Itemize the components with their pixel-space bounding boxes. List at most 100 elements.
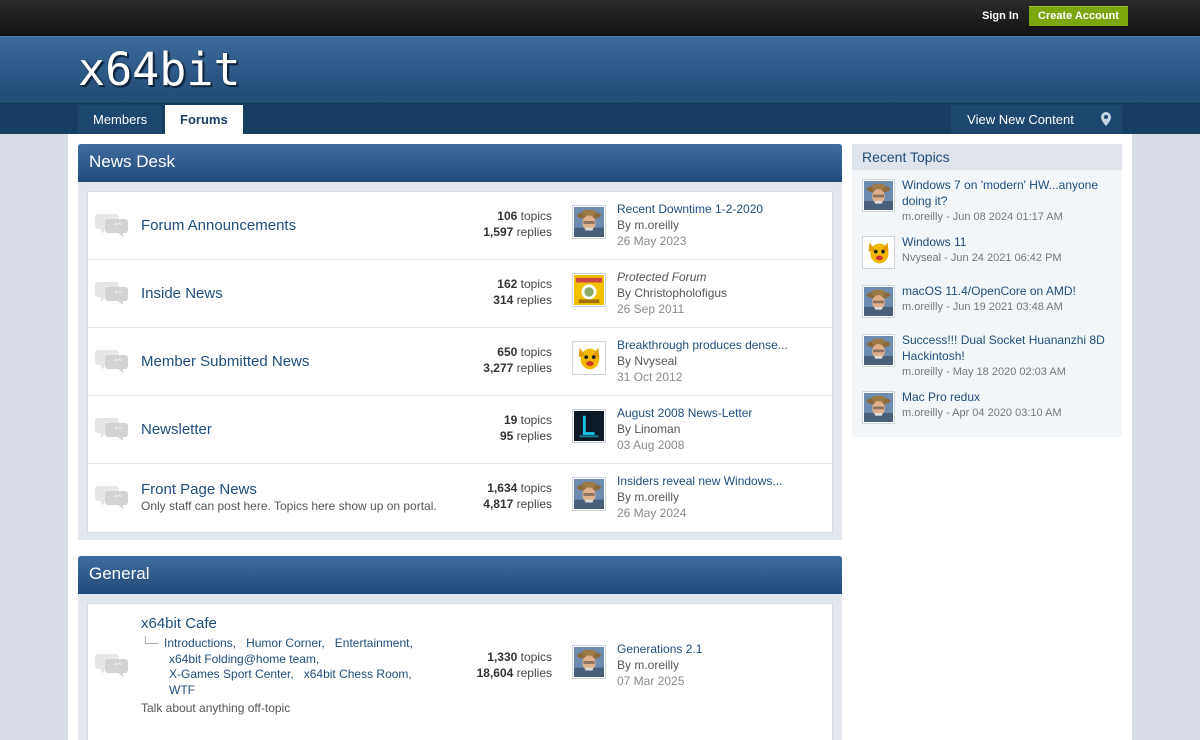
last-post-title[interactable]: Insiders reveal new Windows... bbox=[617, 473, 782, 489]
forum-row: x64bit Cafe └─ Introductions, Humor Corner… bbox=[88, 604, 832, 729]
tab-members[interactable]: Members bbox=[78, 105, 163, 135]
recent-topic-title[interactable]: Success!!! Dual Socket Huananzhi 8D Hack… bbox=[902, 332, 1117, 364]
forum-title[interactable]: Newsletter bbox=[141, 421, 212, 438]
create-account-button[interactable]: Create Account bbox=[1029, 6, 1128, 26]
forum-read-icon bbox=[95, 484, 129, 510]
last-post: Recent Downtime 1-2-2020 By m.oreilly 26… bbox=[617, 201, 763, 249]
view-new-content-button[interactable]: View New Content bbox=[951, 105, 1090, 135]
last-post-date: 26 Sep 2011 bbox=[617, 302, 685, 316]
topic-count: 1,634 bbox=[487, 481, 518, 495]
last-post-author[interactable]: By m.oreilly bbox=[617, 489, 782, 505]
subforum-link[interactable]: WTF bbox=[169, 683, 195, 697]
reply-count: 1,597 bbox=[483, 225, 514, 239]
forum-read-icon bbox=[95, 280, 129, 306]
last-post: Protected Forum By Christopholofigus 26 … bbox=[617, 269, 727, 317]
last-post-date: 07 Mar 2025 bbox=[617, 674, 685, 688]
topics-label: topics bbox=[520, 277, 552, 291]
last-post: Generations 2.1 By m.oreilly 07 Mar 2025 bbox=[617, 641, 702, 689]
last-post-title[interactable]: Recent Downtime 1-2-2020 bbox=[617, 201, 763, 217]
subforum-link[interactable]: Humor Corner, bbox=[246, 636, 325, 650]
recent-topic-meta: m.oreilly - May 18 2020 02:03 AM bbox=[902, 366, 1066, 378]
subforum-link[interactable]: x64bit Chess Room, bbox=[304, 667, 412, 681]
category-title[interactable]: General bbox=[78, 556, 842, 594]
forum-stats: 162 topics 314 replies bbox=[493, 276, 552, 308]
forum-row: Member Submitted News 650 topics 3,277 r… bbox=[88, 328, 832, 396]
last-post: August 2008 News-Letter By Linoman 03 Au… bbox=[617, 405, 752, 453]
forum-title[interactable]: Inside News bbox=[141, 285, 223, 302]
forum-description: Talk about anything off-topic bbox=[141, 701, 291, 715]
subforum-link[interactable]: Entertainment, bbox=[335, 636, 413, 650]
last-post-author[interactable]: By m.oreilly bbox=[617, 657, 702, 673]
tab-forums[interactable]: Forums bbox=[165, 105, 243, 135]
forum-read-icon bbox=[95, 652, 129, 678]
avatar[interactable] bbox=[862, 285, 895, 318]
avatar[interactable] bbox=[572, 205, 606, 239]
subforum-list: └─ Introductions, Humor Corner, Entertainme… bbox=[141, 636, 431, 698]
recent-topic-item: Mac Pro redux m.oreilly - Apr 04 2020 03… bbox=[862, 389, 1122, 431]
map-pin-icon[interactable] bbox=[1090, 105, 1122, 135]
subforum-link[interactable]: x64bit Folding@home team, bbox=[169, 652, 319, 666]
recent-topic-item: macOS 11.4/OpenCore on AMD! m.oreilly - … bbox=[862, 283, 1122, 325]
avatar[interactable] bbox=[572, 477, 606, 511]
recent-topic-title[interactable]: macOS 11.4/OpenCore on AMD! bbox=[902, 283, 1117, 299]
last-post-title[interactable]: Generations 2.1 bbox=[617, 641, 702, 657]
last-post-author[interactable]: By Nvyseal bbox=[617, 353, 788, 369]
forum-title[interactable]: Member Submitted News bbox=[141, 353, 309, 370]
forum-stats: 1,634 topics 4,817 replies bbox=[483, 480, 552, 512]
recent-topic-item: Windows 7 on 'modern' HW...anyone doing … bbox=[862, 177, 1122, 227]
main-content: News Desk Forum Announcements 106 topics… bbox=[68, 134, 1132, 740]
avatar[interactable] bbox=[862, 236, 895, 269]
topics-label: topics bbox=[520, 413, 552, 427]
reply-count: 95 bbox=[499, 429, 514, 443]
last-post-author[interactable]: By m.oreilly bbox=[617, 217, 763, 233]
topics-label: topics bbox=[520, 481, 552, 495]
forum-list: x64bit Cafe └─ Introductions, Humor Corner… bbox=[87, 603, 833, 740]
last-post-title[interactable]: August 2008 News-Letter bbox=[617, 405, 752, 421]
replies-label: replies bbox=[516, 666, 552, 680]
avatar[interactable] bbox=[572, 341, 606, 375]
reply-count: 314 bbox=[493, 293, 514, 307]
forum-title[interactable]: x64bit Cafe bbox=[141, 615, 217, 632]
forum-row: Forum Announcements 106 topics 1,597 rep… bbox=[88, 192, 832, 260]
recent-topic-title[interactable]: Windows 11 bbox=[902, 234, 1117, 250]
forum-stats: 1,330 topics 18,604 replies bbox=[477, 649, 552, 681]
subforum-link[interactable]: Introductions, bbox=[164, 636, 236, 650]
replies-label: replies bbox=[516, 497, 552, 511]
recent-topic-item: Windows 11 Nvyseal - Jun 24 2021 06:42 P… bbox=[862, 234, 1122, 276]
forum-row: Inside News 162 topics 314 replies Prote… bbox=[88, 260, 832, 328]
forum-title[interactable]: Forum Announcements bbox=[141, 217, 296, 234]
sign-in-link[interactable]: Sign In bbox=[982, 10, 1019, 22]
topics-label: topics bbox=[520, 345, 552, 359]
forum-title[interactable]: Front Page News bbox=[141, 481, 257, 498]
topic-count: 106 bbox=[497, 209, 518, 223]
avatar[interactable] bbox=[572, 409, 606, 443]
topic-count: 19 bbox=[503, 413, 518, 427]
recent-topic-meta: m.oreilly - Jun 19 2021 03:48 AM bbox=[902, 301, 1063, 313]
recent-topic-title[interactable]: Windows 7 on 'modern' HW...anyone doing … bbox=[902, 177, 1117, 209]
replies-label: replies bbox=[516, 293, 552, 307]
site-logo[interactable]: x64bit bbox=[78, 43, 241, 96]
avatar[interactable] bbox=[862, 179, 895, 212]
subforum-link[interactable]: X-Games Sport Center, bbox=[169, 667, 294, 681]
sidebar-title: Recent Topics bbox=[852, 144, 1122, 170]
recent-topic-meta: m.oreilly - Jun 08 2024 01:17 AM bbox=[902, 211, 1063, 223]
reply-count: 4,817 bbox=[483, 497, 514, 511]
last-post-title[interactable]: Breakthrough produces dense... bbox=[617, 337, 788, 353]
forum-stats: 106 topics 1,597 replies bbox=[483, 208, 552, 240]
avatar[interactable] bbox=[572, 645, 606, 679]
reply-count: 3,277 bbox=[483, 361, 514, 375]
category-general: General x64bit Cafe └─ Introductions, Humo… bbox=[78, 556, 842, 740]
primary-nav: Members Forums View New Content bbox=[0, 101, 1200, 135]
last-post-author[interactable]: By Christopholofigus bbox=[617, 285, 727, 301]
recent-topic-title[interactable]: Mac Pro redux bbox=[902, 389, 1117, 405]
avatar[interactable] bbox=[862, 391, 895, 424]
last-post-date: 26 May 2024 bbox=[617, 506, 687, 520]
last-post: Breakthrough produces dense... By Nvysea… bbox=[617, 337, 788, 385]
avatar[interactable] bbox=[862, 334, 895, 367]
avatar[interactable] bbox=[572, 273, 606, 307]
forum-read-icon bbox=[95, 212, 129, 238]
last-post-author[interactable]: By Linoman bbox=[617, 421, 752, 437]
recent-topic-item: Success!!! Dual Socket Huananzhi 8D Hack… bbox=[862, 332, 1122, 382]
category-title[interactable]: News Desk bbox=[78, 144, 842, 182]
replies-label: replies bbox=[516, 429, 552, 443]
